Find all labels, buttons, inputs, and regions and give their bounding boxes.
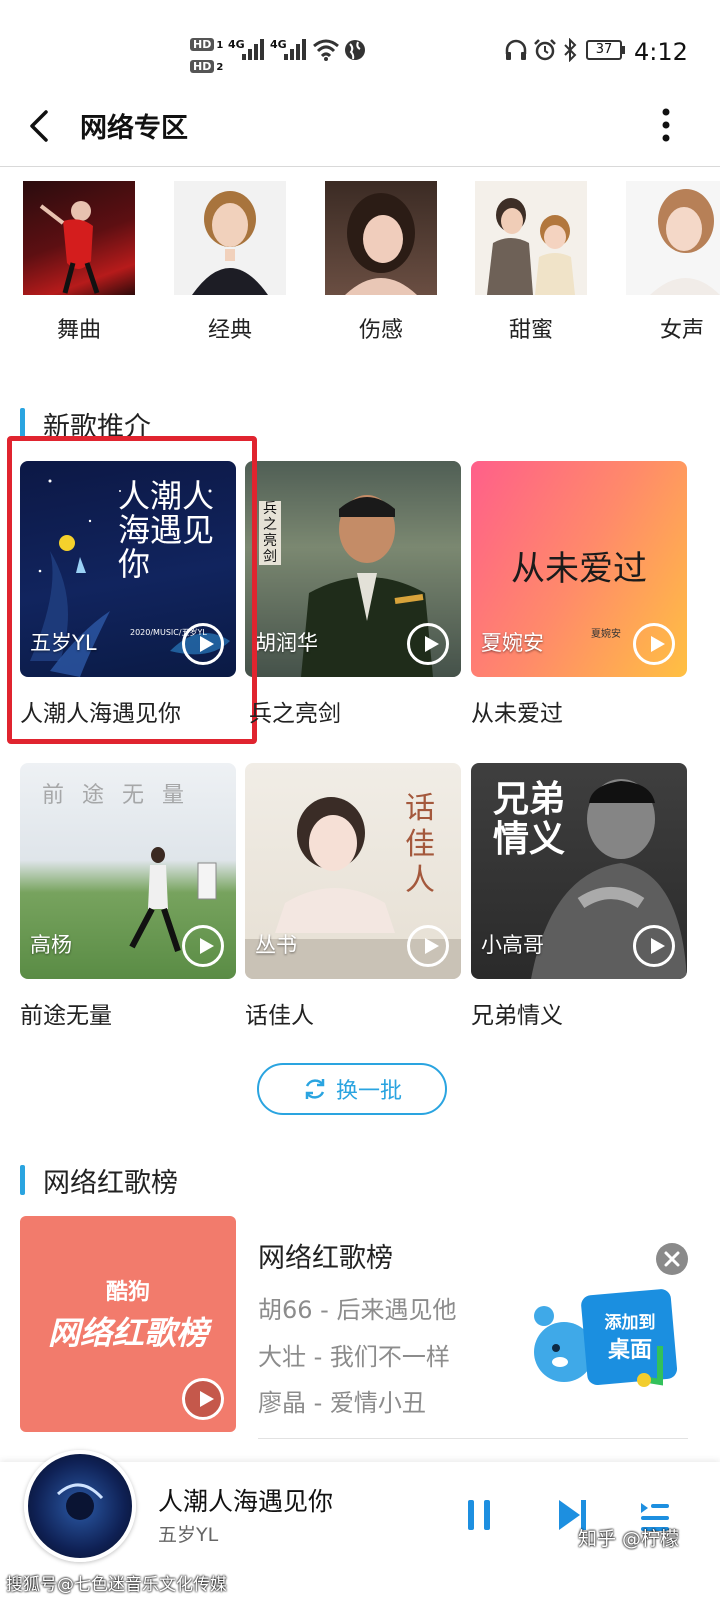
chart-cover[interactable]: 酷狗 网络红歌榜 — [20, 1216, 236, 1432]
add-to-desktop-promo[interactable]: 添加到 桌面 — [530, 1286, 690, 1396]
header-divider — [0, 166, 720, 167]
chart-cover-brand: 酷狗 — [105, 1280, 150, 1305]
song-card-5[interactable]: 话佳人 丛书 — [245, 763, 461, 979]
song-title-1[interactable]: 人潮人海遇见你 — [20, 694, 181, 728]
song-artist: 夏婉安 — [481, 631, 544, 655]
watermark-left: 搜狐号@七色迷音乐文化传媒 — [6, 1575, 227, 1595]
refresh-button[interactable]: 换一批 — [257, 1063, 447, 1115]
signal-icon — [242, 39, 264, 60]
play-icon[interactable] — [182, 1378, 224, 1420]
song-card-6[interactable]: 兄弟情义 小高哥 — [471, 763, 687, 979]
back-arrow-icon[interactable] — [26, 108, 54, 144]
play-icon[interactable] — [633, 623, 675, 665]
more-vertical-icon[interactable] — [652, 106, 680, 146]
category-label-dance[interactable]: 舞曲 — [23, 312, 135, 344]
category-cover-classic[interactable] — [174, 181, 286, 295]
song-card-3[interactable]: 从未爱过 夏婉安 夏婉安 — [471, 461, 687, 677]
hd2-indicator: HD 2 — [190, 55, 223, 74]
category-cover-sweet[interactable] — [475, 181, 587, 295]
category-label-sweet[interactable]: 甜蜜 — [475, 312, 587, 344]
song-cover-text: 从未爱过 — [511, 549, 647, 589]
song-cover-subtext: 夏婉安 — [591, 629, 621, 640]
song-title-6[interactable]: 兄弟情义 — [471, 996, 563, 1030]
battery-icon: 37 — [586, 40, 622, 60]
song-card-2[interactable]: 兵之亮剑 胡润华 — [245, 461, 461, 677]
play-icon[interactable] — [182, 925, 224, 967]
category-cover-dance[interactable] — [23, 181, 135, 295]
section-title-hot-chart: 网络红歌榜 — [43, 1168, 178, 1199]
play-icon[interactable] — [407, 623, 449, 665]
chart-line: 大壮 - 我们不一样 — [258, 1343, 450, 1371]
play-icon[interactable] — [633, 925, 675, 967]
signal-icon — [284, 39, 306, 60]
category-label-female[interactable]: 女声 — [626, 312, 720, 344]
now-playing-artist[interactable]: 五岁YL — [158, 1520, 218, 1547]
song-title-4[interactable]: 前途无量 — [20, 996, 112, 1030]
song-title-3[interactable]: 从未爱过 — [471, 694, 563, 728]
section-accent-bar — [20, 408, 25, 438]
now-playing-title[interactable]: 人潮人海遇见你 — [158, 1482, 333, 1518]
battery-tip — [622, 46, 625, 54]
watermark-right: 知乎 @柠檬 — [578, 1528, 680, 1550]
album-art[interactable] — [24, 1450, 136, 1562]
alarm-icon — [534, 39, 556, 61]
play-icon[interactable] — [407, 925, 449, 967]
status-bar: HD 1 HD 2 4G 4G 37 4:12 — [0, 0, 720, 100]
headphones-icon — [505, 39, 527, 60]
clock: 4:12 — [634, 38, 688, 66]
song-title-2[interactable]: 兵之亮剑 — [245, 694, 341, 728]
song-cover-text: 前途无量 — [42, 783, 203, 808]
refresh-icon — [305, 1079, 325, 1099]
category-cover-sad[interactable] — [325, 181, 437, 295]
wifi-icon — [313, 39, 339, 61]
refresh-label: 换一批 — [335, 1079, 402, 1104]
promo-line2: 桌面 — [607, 1338, 652, 1363]
song-artist: 小高哥 — [481, 933, 544, 957]
song-artist: 丛书 — [255, 933, 297, 957]
pause-icon[interactable] — [464, 1496, 494, 1536]
song-card-4[interactable]: 前途无量 高杨 — [20, 763, 236, 979]
promo-line1: 添加到 — [604, 1313, 656, 1333]
globe-icon — [345, 40, 365, 60]
category-label-classic[interactable]: 经典 — [174, 312, 286, 344]
song-cover-text: 话佳人 — [405, 791, 435, 898]
song-artist: 高杨 — [30, 933, 72, 957]
list-divider — [258, 1438, 688, 1439]
section-accent-bar — [20, 1165, 25, 1195]
hd1-indicator: HD 1 — [190, 33, 223, 52]
chart-title[interactable]: 网络红歌榜 — [258, 1236, 393, 1275]
song-cover-text: 兄弟情义 — [493, 778, 566, 860]
song-artist: 胡润华 — [255, 631, 318, 655]
battery-level: 37 — [595, 42, 613, 57]
category-label-sad[interactable]: 伤感 — [325, 312, 437, 344]
chart-line: 廖晶 - 爱情小丑 — [258, 1389, 426, 1417]
song-title-5[interactable]: 话佳人 — [245, 996, 314, 1030]
song-cover-text: 兵之亮剑 — [259, 501, 281, 565]
chart-cover-title: 网络红歌榜 — [47, 1314, 208, 1352]
category-cover-female[interactable] — [626, 181, 720, 295]
page-title: 网络专区 — [80, 113, 188, 144]
chart-line: 胡66 - 后来遇见他 — [258, 1296, 457, 1324]
bluetooth-icon — [564, 38, 577, 62]
close-icon[interactable] — [656, 1243, 688, 1275]
